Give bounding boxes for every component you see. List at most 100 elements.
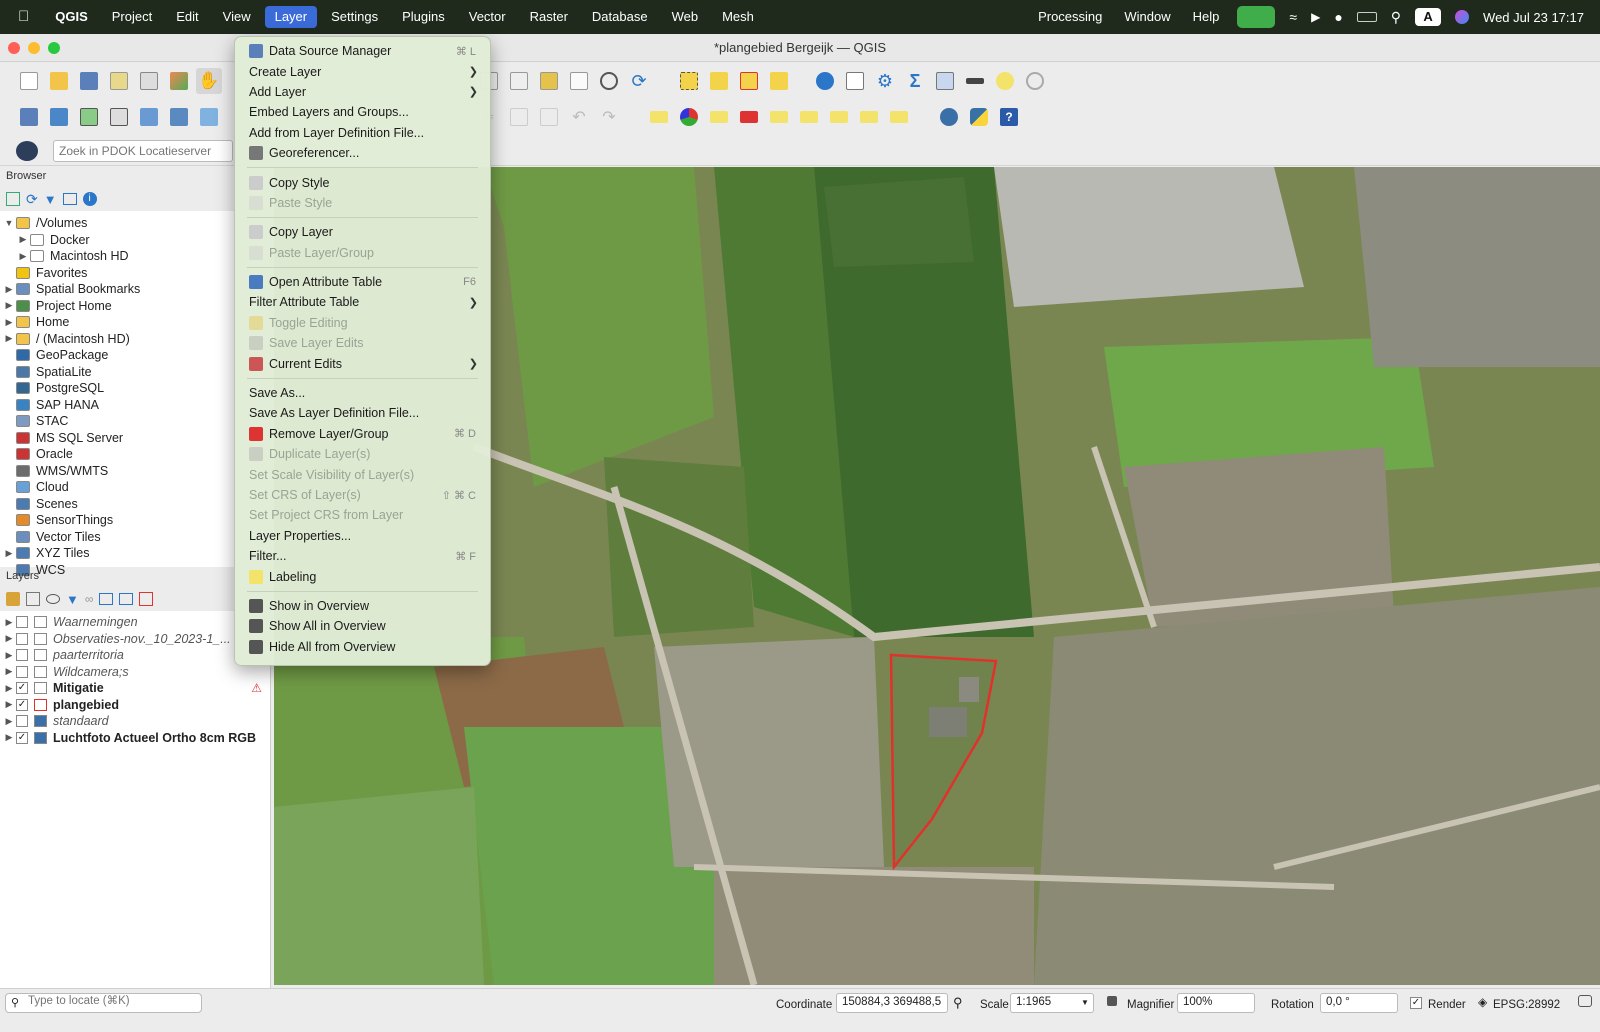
copy-features-button[interactable] xyxy=(506,104,532,130)
menu-help[interactable]: Help xyxy=(1189,0,1224,34)
map-tips-button[interactable] xyxy=(992,68,1018,94)
chevron-right-icon[interactable]: ▶ xyxy=(2,650,16,661)
open-field-calculator-button[interactable] xyxy=(932,68,958,94)
filter-expression-icon[interactable]: ∞ xyxy=(85,592,94,606)
menu-item-add-layer[interactable]: Add Layer ❯ xyxy=(235,82,490,102)
show-labels-button[interactable] xyxy=(766,104,792,130)
layer-visibility-checkbox[interactable] xyxy=(16,649,28,662)
menu-item-copy-layer[interactable]: Copy Layer xyxy=(235,222,490,242)
locate-field[interactable]: ⚲ xyxy=(5,993,202,1013)
layer-item-plangebied[interactable]: ▶ ✓ plangebied xyxy=(0,697,270,714)
magnifier-field[interactable]: 100% xyxy=(1177,993,1255,1013)
menubar-clock[interactable]: Wed Jul 23 17:17 xyxy=(1483,10,1584,25)
chevron-right-icon[interactable]: ▶ xyxy=(2,300,16,311)
apple-icon[interactable]:  xyxy=(0,0,43,34)
open-layer-styling-icon[interactable] xyxy=(6,592,20,606)
browser-item-spatial-bookmarks[interactable]: ▶ Spatial Bookmarks xyxy=(0,281,270,298)
layer-item-waarnemingen[interactable]: ▶ Waarnemingen xyxy=(0,614,270,631)
browser-item-home[interactable]: ▶ Home xyxy=(0,314,270,331)
chevron-right-icon[interactable]: ▶ xyxy=(2,633,16,644)
browser-item-project-home[interactable]: ▶ Project Home xyxy=(0,298,270,315)
dot-icon[interactable]: ● xyxy=(1334,9,1342,25)
chevron-right-icon[interactable]: ▶ xyxy=(2,699,16,710)
select-location-button[interactable] xyxy=(766,68,792,94)
browser-item-spatialite[interactable]: SpatiaLite xyxy=(0,364,270,381)
change-label-button[interactable] xyxy=(856,104,882,130)
screen-share-icon[interactable] xyxy=(1237,6,1276,28)
menu-processing[interactable]: Processing xyxy=(1034,0,1106,34)
control-center-icon[interactable]: A xyxy=(1415,8,1442,26)
menu-item-hide-all-from-overview[interactable]: Hide All from Overview xyxy=(235,637,490,657)
select-by-value-button[interactable] xyxy=(706,68,732,94)
attribute-table-button[interactable] xyxy=(842,68,868,94)
crs-globe-icon[interactable]: ◈ xyxy=(1478,995,1487,1009)
play-icon[interactable]: ▶ xyxy=(1311,10,1320,24)
add-group-icon[interactable] xyxy=(26,592,40,606)
warning-icon[interactable]: ⚠ xyxy=(251,681,262,695)
layer-visibility-checkbox[interactable] xyxy=(16,665,28,678)
layer-visibility-checkbox[interactable]: ✓ xyxy=(16,682,28,695)
render-checkbox[interactable]: ✓ xyxy=(1410,997,1422,1009)
crs-button[interactable]: EPSG:28992 xyxy=(1493,999,1560,1011)
menu-item-create-layer[interactable]: Create Layer ❯ xyxy=(235,61,490,81)
open-data-source-manager-button[interactable] xyxy=(16,104,42,130)
menu-item-copy-style[interactable]: Copy Style xyxy=(235,172,490,192)
menu-item-filter-attribute-table[interactable]: Filter Attribute Table ❯ xyxy=(235,292,490,312)
pin-labels-button[interactable] xyxy=(736,104,762,130)
new-shapefile-button[interactable] xyxy=(76,104,102,130)
menu-web[interactable]: Web xyxy=(660,0,711,34)
browser-item-sap-hana[interactable]: SAP HANA xyxy=(0,397,270,414)
browser-item-favorites[interactable]: Favorites xyxy=(0,265,270,282)
label-tool-button[interactable] xyxy=(646,104,672,130)
filter-legend-icon[interactable]: ▼ xyxy=(66,592,79,607)
layer-item-wildcamera-s[interactable]: ▶ Wildcamera;s xyxy=(0,664,270,681)
browser-item-postgresql[interactable]: PostgreSQL xyxy=(0,380,270,397)
menu-layer[interactable]: Layer xyxy=(264,6,318,28)
menu-plugins[interactable]: Plugins xyxy=(390,0,457,34)
layer-item-paarterritoria[interactable]: ▶ paarterritoria xyxy=(0,647,270,664)
layer-visibility-checkbox[interactable] xyxy=(16,715,28,728)
deselect-button[interactable] xyxy=(736,68,762,94)
search-icon[interactable]: ⚲ xyxy=(1391,9,1401,26)
new-project-button[interactable] xyxy=(16,68,42,94)
chevron-right-icon[interactable]: ▶ xyxy=(2,617,16,628)
globe-plugin-button[interactable] xyxy=(936,104,962,130)
menu-raster[interactable]: Raster xyxy=(518,0,580,34)
browser-item-xyz-tiles[interactable]: ▶ XYZ Tiles xyxy=(0,545,270,562)
browser-item-sensorthings[interactable]: SensorThings xyxy=(0,512,270,529)
measure-button[interactable] xyxy=(962,68,988,94)
layer-item-luchtfoto-actueel-ortho-8cm-rgb[interactable]: ▶ ✓ Luchtfoto Actueel Ortho 8cm RGB xyxy=(0,730,270,747)
identify-button[interactable] xyxy=(812,68,838,94)
rotate-label-button[interactable] xyxy=(826,104,852,130)
layout-manager-button[interactable] xyxy=(136,68,162,94)
browser-item-macintosh-hd[interactable]: ▶ / (Macintosh HD) xyxy=(0,331,270,348)
help-button[interactable]: ? xyxy=(996,104,1022,130)
locate-input[interactable] xyxy=(28,995,198,1007)
toggle-extents-icon[interactable]: ⚲ xyxy=(953,995,963,1011)
menu-project[interactable]: Project xyxy=(100,0,164,34)
chevron-right-icon[interactable]: ▶ xyxy=(2,732,16,743)
rotation-field[interactable]: 0,0 ° xyxy=(1320,993,1398,1013)
browser-item-scenes[interactable]: Scenes xyxy=(0,496,270,513)
browser-item-volumes[interactable]: ▼ /Volumes xyxy=(0,215,270,232)
menu-edit[interactable]: Edit xyxy=(164,0,210,34)
layer-visibility-checkbox[interactable] xyxy=(16,632,28,645)
chevron-down-icon[interactable]: ▼ xyxy=(2,218,16,228)
chevron-right-icon[interactable]: ▶ xyxy=(2,666,16,677)
pan-map-button[interactable]: ✋ xyxy=(196,68,222,94)
layer-item-standaard[interactable]: ▶ standaard xyxy=(0,713,270,730)
manage-map-themes-icon[interactable] xyxy=(46,594,60,604)
messages-icon[interactable] xyxy=(1578,995,1592,1007)
layer-item-mitigatie[interactable]: ▶ ✓ Mitigatie ⚠ xyxy=(0,680,270,697)
refresh-button[interactable]: ⟳ xyxy=(626,68,652,94)
coordinate-field[interactable]: 150884,3 369488,5 xyxy=(836,993,948,1013)
wifi-icon[interactable]: ≈ xyxy=(1289,9,1297,25)
move-label-button[interactable] xyxy=(796,104,822,130)
menu-settings[interactable]: Settings xyxy=(319,0,390,34)
chevron-right-icon[interactable]: ▶ xyxy=(16,234,30,245)
browser-item-cloud[interactable]: Cloud xyxy=(0,479,270,496)
layer-visibility-checkbox[interactable]: ✓ xyxy=(16,731,28,744)
processing-toolbox-button[interactable]: ⚙ xyxy=(872,68,898,94)
browser-item-geopackage[interactable]: GeoPackage xyxy=(0,347,270,364)
new-print-layout-button[interactable] xyxy=(106,68,132,94)
